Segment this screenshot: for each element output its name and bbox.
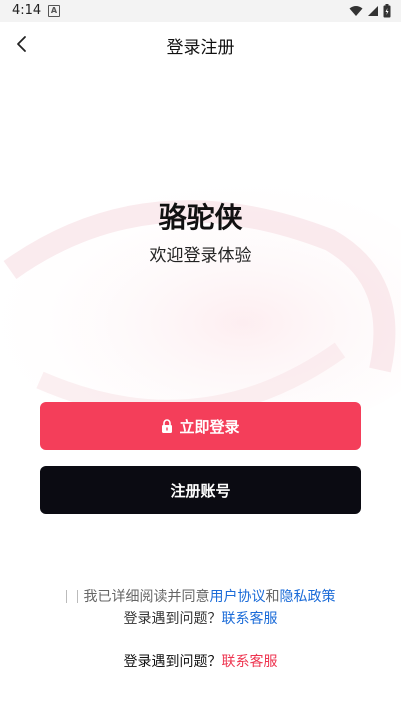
status-time: 4:14 <box>12 3 42 18</box>
contact-support-link[interactable]: 联系客服 <box>222 611 278 627</box>
login-button-label: 立即登录 <box>179 417 240 436</box>
wifi-icon <box>349 6 363 16</box>
status-icons <box>349 4 391 18</box>
register-button[interactable]: 注册账号 <box>40 466 361 514</box>
contact-support-link-bottom[interactable]: 联系客服 <box>222 654 278 670</box>
notification-a-icon: A <box>48 5 60 17</box>
battery-icon <box>383 4 391 18</box>
agreement-prefix: 我已详细阅读并同意 <box>83 589 210 605</box>
status-bar: 4:14 A <box>0 0 401 22</box>
login-button[interactable]: 立即登录 <box>40 402 361 450</box>
welcome-text: 欢迎登录体验 <box>149 246 252 266</box>
privacy-policy-link[interactable]: 隐私政策 <box>280 589 336 605</box>
agreement-line: 我已详细阅读并同意用户协议和隐私政策 <box>0 586 401 606</box>
register-button-label: 注册账号 <box>170 481 231 500</box>
help-line-bottom: 登录遇到问题？联系客服 <box>0 651 401 671</box>
agreement-and: 和 <box>265 589 280 605</box>
help-line-inline: 登录遇到问题？联系客服 <box>0 608 401 628</box>
lock-icon <box>162 419 173 433</box>
agreement-checkbox[interactable] <box>65 590 78 603</box>
help-question: 登录遇到问题？ <box>123 611 222 627</box>
user-agreement-link[interactable]: 用户协议 <box>210 589 266 605</box>
page-title: 登录注册 <box>166 38 235 58</box>
signal-icon <box>368 6 378 16</box>
app-name: 骆驼侠 <box>158 201 243 234</box>
help-question-bottom: 登录遇到问题？ <box>123 654 222 670</box>
title-bar: 登录注册 <box>0 22 401 66</box>
